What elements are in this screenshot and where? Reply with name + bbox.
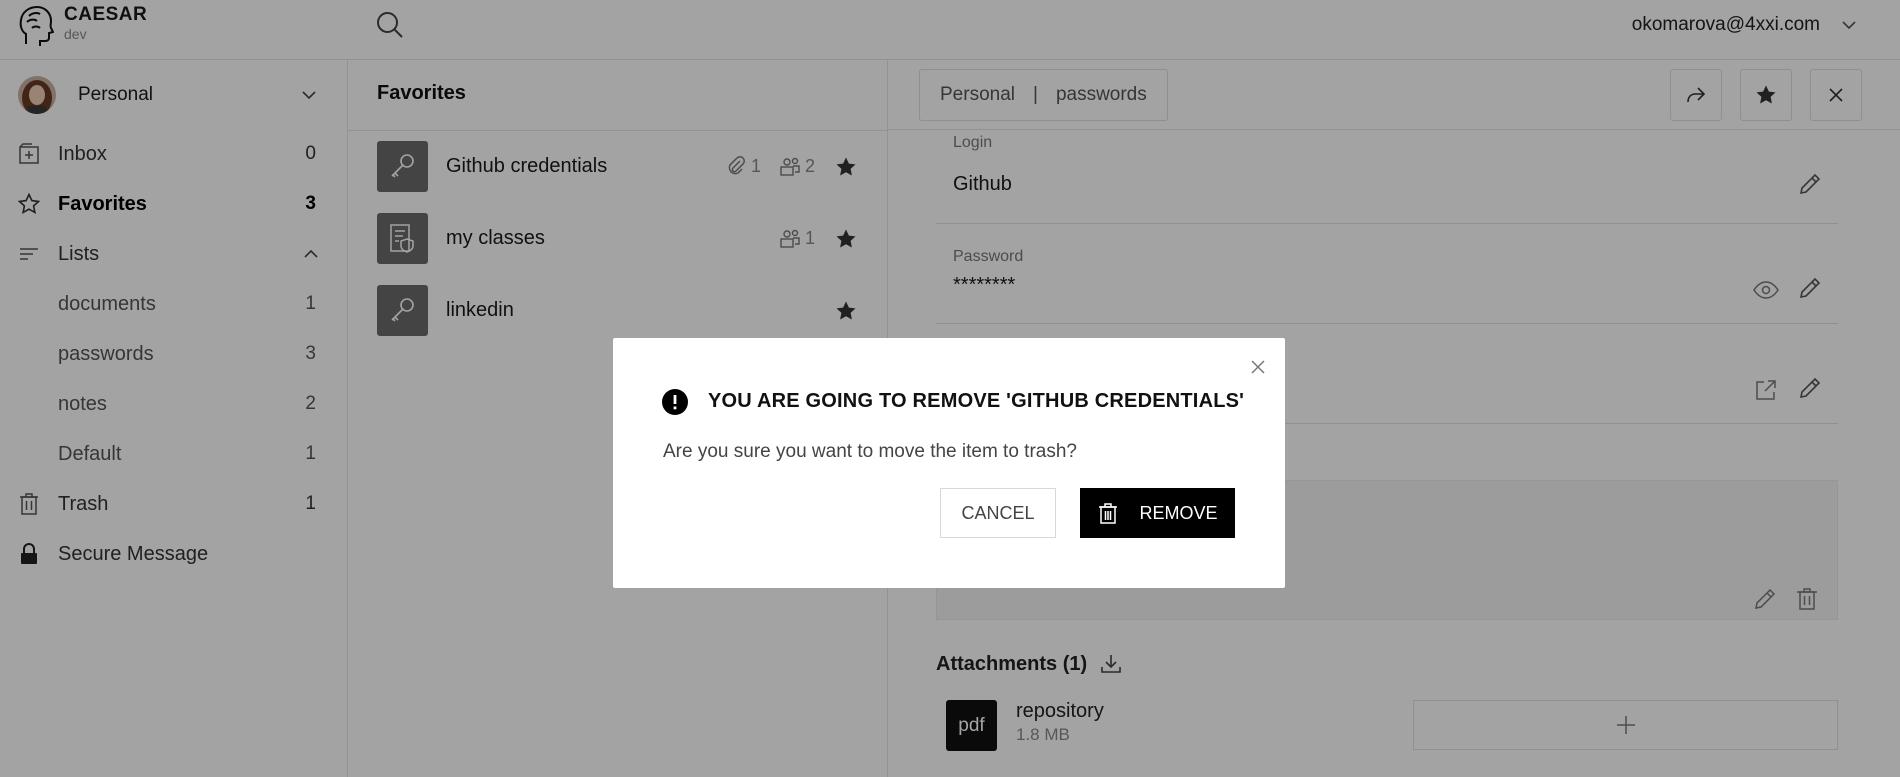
dialog-message: Are you sure you want to move the item t… xyxy=(663,441,1077,462)
remove-button[interactable]: REMOVE xyxy=(1080,488,1235,538)
trash-icon xyxy=(1099,503,1118,524)
dialog-title: YOU ARE GOING TO REMOVE 'GITHUB CREDENTI… xyxy=(708,390,1245,412)
remove-confirm-dialog: YOU ARE GOING TO REMOVE 'GITHUB CREDENTI… xyxy=(613,338,1285,588)
warning-icon xyxy=(662,389,688,415)
remove-button-label: REMOVE xyxy=(1139,502,1218,523)
cancel-button[interactable]: CANCEL xyxy=(940,488,1056,538)
close-icon[interactable] xyxy=(1249,358,1267,376)
